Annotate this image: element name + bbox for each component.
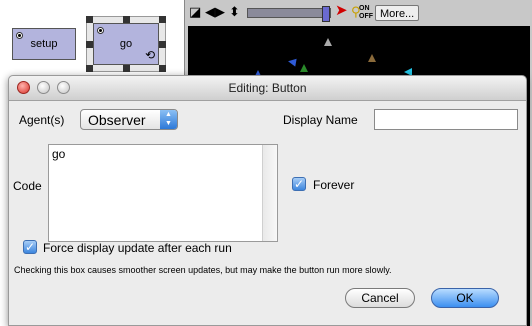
display-name-input[interactable] <box>374 109 518 130</box>
forever-label: Forever <box>313 178 355 192</box>
more-button[interactable]: More... <box>375 5 420 21</box>
dialog-title: Editing: Button <box>228 81 307 95</box>
force-update-hint: Checking this box causes smoother screen… <box>14 265 392 275</box>
speed-slider-thumb[interactable] <box>322 6 330 22</box>
vertical-resize-icon[interactable]: ⬍ <box>229 5 240 19</box>
resize-handle[interactable] <box>159 41 166 48</box>
agents-select-value: Observer <box>88 112 146 128</box>
setup-button[interactable]: setup <box>12 28 76 60</box>
resize-handle[interactable] <box>86 41 93 48</box>
shrink-icon[interactable]: ◪ <box>189 5 201 19</box>
resize-handle[interactable] <box>159 65 166 72</box>
cancel-button[interactable]: Cancel <box>345 288 415 308</box>
setup-button-label: setup <box>30 38 58 50</box>
resize-handle[interactable] <box>123 65 130 72</box>
turtle <box>300 64 308 72</box>
force-update-label: Force display update after each run <box>43 241 232 255</box>
forever-loop-icon: ⟲ <box>144 48 155 62</box>
on-off-switch[interactable]: ON OFF <box>359 5 373 21</box>
agents-label: Agent(s) <box>19 113 65 127</box>
resize-handle[interactable] <box>159 16 166 23</box>
code-scrollbar[interactable] <box>262 145 277 241</box>
code-text: go <box>52 147 66 161</box>
turtle <box>368 54 376 62</box>
forever-checkbox[interactable]: ✓ <box>292 177 306 191</box>
code-label: Code <box>13 179 42 193</box>
agents-select[interactable]: Observer ▲ ▼ <box>80 109 178 130</box>
horizontal-resize-icon[interactable]: ◀▶ <box>205 5 225 19</box>
resize-handle[interactable] <box>86 16 93 23</box>
ok-button[interactable]: OK <box>431 288 499 308</box>
red-arrow-icon: ➤ <box>335 2 348 19</box>
resize-handle[interactable] <box>86 65 93 72</box>
turtle <box>324 38 332 46</box>
edit-button-dialog: Editing: Button Agent(s) Observer ▲ ▼ Dis… <box>8 75 527 326</box>
action-key-icon <box>97 27 104 34</box>
view-toolbar: ◪ ◀▶ ⬍ ➤ ⚲ ON OFF More... <box>185 0 532 26</box>
go-button[interactable]: go ⟲ <box>93 23 159 65</box>
dialog-titlebar[interactable]: Editing: Button <box>9 76 526 101</box>
updown-arrows-icon: ▲ ▼ <box>160 110 177 129</box>
force-update-checkbox[interactable]: ✓ <box>23 240 37 254</box>
resize-handle[interactable] <box>123 16 130 23</box>
go-button-selection[interactable]: go ⟲ <box>86 16 166 72</box>
speed-slider[interactable] <box>247 6 331 22</box>
code-editor[interactable]: go <box>48 144 278 242</box>
turtle <box>287 57 297 67</box>
display-name-label: Display Name <box>283 113 358 127</box>
